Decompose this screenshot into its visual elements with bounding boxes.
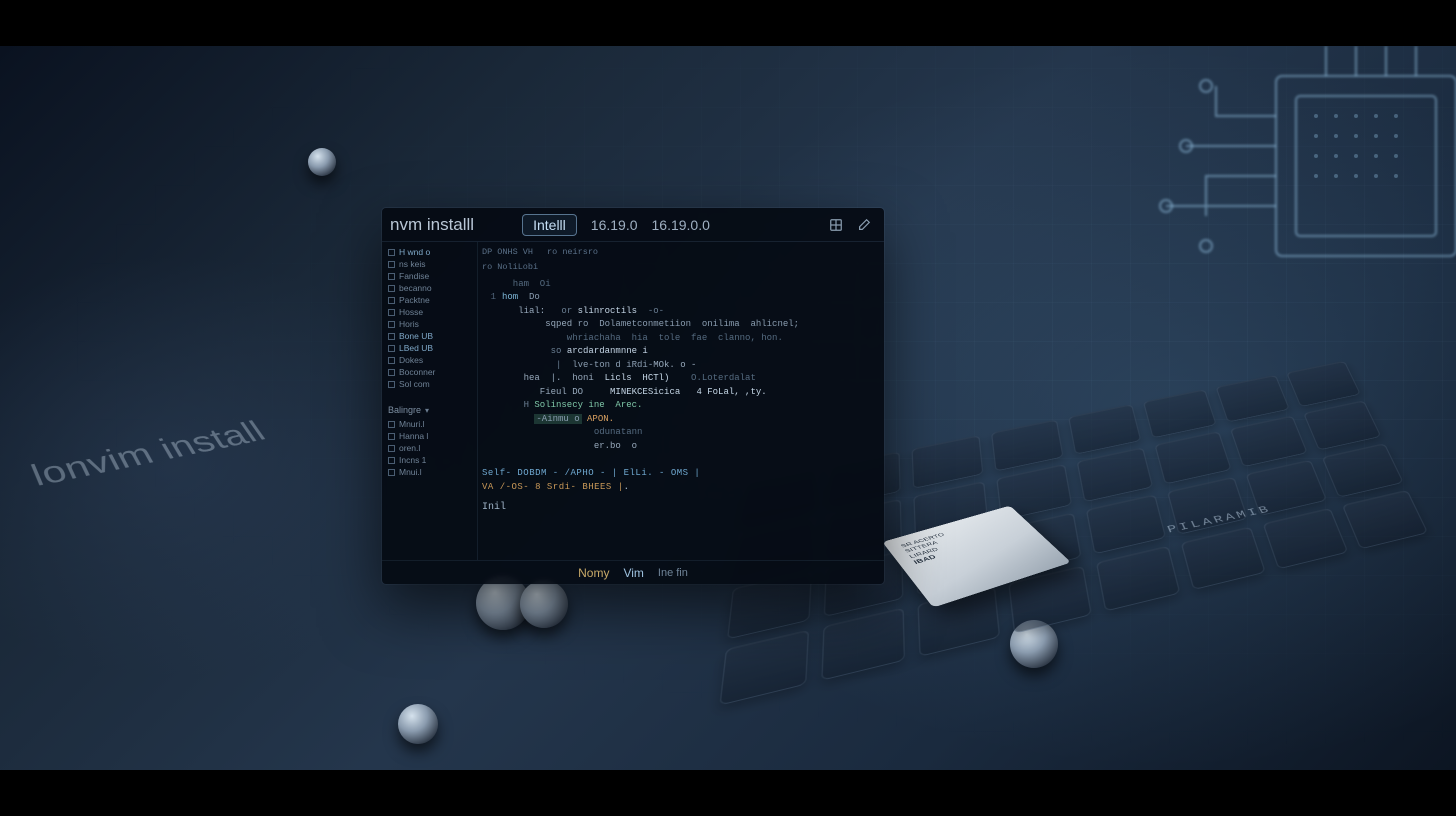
sidebar-item[interactable]: Hanna l [386, 430, 475, 442]
file-icon [388, 433, 395, 440]
editor-top-label: ro NoliLobi [482, 261, 538, 274]
sidebar: H wnd o ns keis Fandise becanno Packtne Hosse… [382, 242, 478, 560]
code-line: H Solinsecy ine Arec. [482, 399, 876, 413]
file-icon [388, 261, 395, 268]
sidebar-item-label: H wnd o [399, 247, 430, 257]
code-line: sqped ro Dolametconmetiion onilima ahlic… [482, 318, 876, 332]
arch-badge: Intelll [522, 214, 577, 236]
sidebar-item[interactable]: Incns 1 [386, 454, 475, 466]
titlebar: nvm installl Intelll 16.19.0 16.19.0.0 [382, 208, 884, 242]
divider-text-b: VA /-OS- 8 Srdi- BHEES | [482, 482, 624, 492]
sidebar-item-label: Bone UB [399, 331, 433, 341]
code-line: so arcdardanmnne i [482, 345, 876, 359]
version-label-b: 16.19.0.0 [652, 217, 710, 233]
code-line: er.bo o [482, 440, 876, 454]
sidebar-item[interactable]: becanno [386, 282, 475, 294]
file-icon [388, 381, 395, 388]
sidebar-item-label: Boconner [399, 367, 435, 377]
graphics-card-label: lonvim install [26, 415, 273, 493]
version-label-a: 16.19.0 [591, 217, 638, 233]
letterbox-bottom [0, 770, 1456, 816]
sidebar-item[interactable]: oren.l [386, 442, 475, 454]
file-icon [388, 357, 395, 364]
editor-top-label: DP ONHS VH [482, 246, 533, 259]
sidebar-item[interactable]: ns keis [386, 258, 475, 270]
sidebar-item-label: Packtne [399, 295, 430, 305]
sidebar-item[interactable]: Hosse [386, 306, 475, 318]
window-title: nvm installl [390, 215, 474, 235]
edit-icon[interactable] [854, 215, 874, 235]
file-icon [388, 321, 395, 328]
sidebar-item[interactable]: LBed UB [386, 342, 475, 354]
repl-divider: Self- DOBDM - /APHO - | ElLi. - OMS | [482, 467, 876, 481]
capacitor-decor [308, 148, 336, 176]
prompt-label: Inil [482, 500, 876, 515]
sidebar-section-label: Balingre [388, 405, 421, 415]
divider-text-a: Self- DOBDM - /APHO - | ElLi. - OMS | [482, 468, 700, 478]
file-icon [388, 249, 395, 256]
code-line: | lve-ton d iRdi-MOk. o - [482, 359, 876, 373]
code-line: 1hom Do [482, 291, 876, 305]
sidebar-item[interactable]: Sol com [386, 378, 475, 390]
capacitor-decor [520, 580, 568, 628]
sidebar-item-label: Sol com [399, 379, 430, 389]
capacitor-decor [398, 704, 438, 744]
sidebar-item-label: Incns 1 [399, 455, 426, 465]
sidebar-item[interactable]: Fandise [386, 270, 475, 282]
sidebar-item-label: ns keis [399, 259, 425, 269]
sidebar-item-label: Hosse [399, 307, 423, 317]
status-mode-a: Nomy [578, 566, 609, 580]
code-line: whriachaha hia tole fae clanno, hon. [482, 332, 876, 346]
file-icon [388, 345, 395, 352]
sidebar-section-header[interactable]: Balingre ▾ [386, 403, 475, 417]
sidebar-item[interactable]: Dokes [386, 354, 475, 366]
terminal-window: nvm installl Intelll 16.19.0 16.19.0.0 H… [382, 208, 884, 584]
sidebar-item-label: Fandise [399, 271, 429, 281]
file-icon [388, 297, 395, 304]
sidebar-item-label: Mnui.l [399, 467, 422, 477]
file-icon [388, 333, 395, 340]
sidebar-item-label: Mnuri.l [399, 419, 425, 429]
file-icon [388, 421, 395, 428]
sidebar-item-label: Hanna l [399, 431, 428, 441]
sidebar-item-label: oren.l [399, 443, 420, 453]
file-icon [388, 445, 395, 452]
sidebar-item[interactable]: Bone UB [386, 330, 475, 342]
chevron-down-icon: ▾ [425, 406, 429, 415]
sidebar-item-label: Dokes [399, 355, 423, 365]
statusbar: Nomy Vim Ine fin [382, 560, 884, 584]
file-icon [388, 285, 395, 292]
sidebar-item[interactable]: Mnui.l [386, 466, 475, 478]
file-icon [388, 309, 395, 316]
file-icon [388, 369, 395, 376]
editor-pane[interactable]: DP ONHS VH ro neirsro ro NoliLobi ham Oi… [478, 242, 884, 560]
sidebar-item[interactable]: Packtne [386, 294, 475, 306]
code-line: -Ainmu o APON. [482, 413, 876, 427]
editor-top-label: ro neirsro [547, 246, 598, 259]
editor-top-tabs: DP ONHS VH ro neirsro [482, 246, 876, 259]
sidebar-item[interactable]: Horis [386, 318, 475, 330]
sidebar-item-label: becanno [399, 283, 432, 293]
file-icon [388, 273, 395, 280]
sidebar-item-label: LBed UB [399, 343, 433, 353]
code-line: hea |. honi Licls HCTl) O.Loterdalat [482, 372, 876, 386]
code-block: ham Oi1hom Do lial: or slinroctils -o- s… [482, 278, 876, 454]
code-line: odunatann [482, 426, 876, 440]
circuit-glow-decor [1026, 46, 1456, 356]
sidebar-item[interactable]: H wnd o [386, 246, 475, 258]
status-mode-b: Vim [623, 566, 643, 580]
code-line: ham Oi [482, 278, 876, 292]
file-icon [388, 457, 395, 464]
code-line: Fieul DO MINEKCESicica 4 FoLal, ,ty. [482, 386, 876, 400]
sidebar-item[interactable]: Mnuri.l [386, 418, 475, 430]
code-line: lial: or slinroctils -o- [482, 305, 876, 319]
letterbox-top [0, 0, 1456, 46]
sidebar-item-label: Horis [399, 319, 419, 329]
status-mode-c: Ine fin [658, 567, 688, 579]
sidebar-item[interactable]: Boconner [386, 366, 475, 378]
layout-icon[interactable] [826, 215, 846, 235]
background-photo: SR ACERTO SITTERA LIRARD IBAD PILARAMIB … [0, 46, 1456, 770]
file-icon [388, 469, 395, 476]
